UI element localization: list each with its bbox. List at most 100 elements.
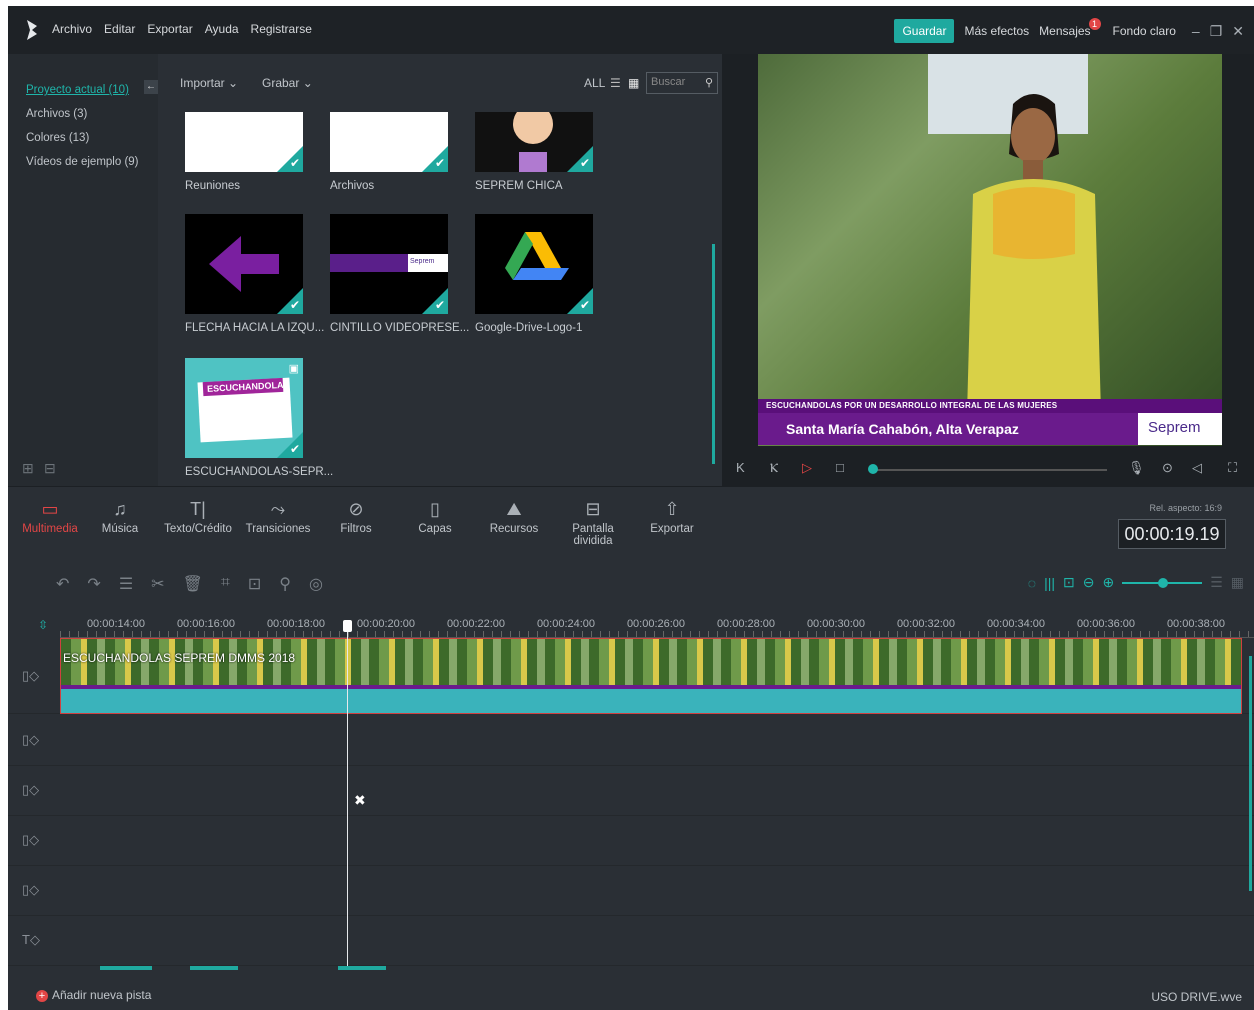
track-video-icon: ▯◇ — [22, 832, 40, 847]
menu-archivo[interactable]: Archivo — [52, 22, 92, 36]
menu-registrarse[interactable]: Registrarse — [251, 22, 312, 36]
zoom-in-icon[interactable]: ⊕ — [1102, 574, 1114, 591]
tool-transiciones[interactable]: ⤳ Transiciones — [238, 499, 318, 535]
preview-progress-track[interactable] — [872, 469, 1107, 471]
audio-mixer-icon[interactable]: ||| — [1044, 575, 1055, 591]
add-track-button[interactable]: + Añadir nueva pista — [36, 988, 151, 1002]
menu-icon[interactable]: ☰ — [1210, 574, 1223, 591]
fit-icon[interactable]: ⊡ — [1063, 574, 1075, 591]
volume-icon[interactable]: ◁ — [1192, 460, 1202, 476]
minimize-icon[interactable]: – — [1192, 23, 1200, 40]
tool-pantalla-dividida[interactable]: ⊟ Pantalla dividida — [553, 499, 633, 547]
save-button[interactable]: Guardar — [894, 19, 955, 43]
track-video-icon: ▯◇ — [22, 882, 40, 897]
library-item-proyecto-actual[interactable]: Proyecto actual (10) — [26, 84, 129, 96]
split-icon[interactable]: ⊡ — [248, 574, 261, 594]
tool-texto-credito[interactable]: T| Texto/Crédito — [158, 499, 238, 535]
delete-folder-icon[interactable]: ⊟ — [44, 460, 56, 477]
scroll-segment[interactable] — [338, 966, 386, 970]
close-icon[interactable]: ✕ — [1232, 23, 1244, 40]
color-icon[interactable]: ◎ — [309, 574, 323, 594]
play-icon[interactable]: ▷ — [802, 460, 812, 476]
ruler-tick: 00:00:18:00 — [266, 618, 326, 630]
audio-icon[interactable]: ⚲ — [279, 574, 291, 594]
media-item[interactable]: Seprem ✔ CINTILLO VIDEOPRESE... — [330, 214, 469, 334]
time-ruler[interactable]: 00:00:14:00 00:00:16:00 00:00:18:00 00:0… — [60, 616, 1254, 638]
scroll-segment[interactable] — [100, 966, 152, 970]
filter-all[interactable]: ALL — [584, 76, 605, 90]
tool-capas[interactable]: ▯ Capas — [395, 499, 475, 535]
delete-icon[interactable]: 🗑 — [183, 574, 203, 594]
library-item-colores[interactable]: Colores (13) — [26, 132, 89, 144]
tool-label: Texto/Crédito — [164, 523, 232, 535]
playhead-line[interactable] — [347, 624, 348, 970]
undo-icon[interactable]: ↶ — [56, 574, 69, 594]
thumbnail: ✔ — [475, 112, 593, 172]
scroll-segment[interactable] — [190, 966, 238, 970]
skip-back-icon[interactable]: K — [736, 460, 745, 475]
ruler-tick: 00:00:28:00 — [716, 618, 776, 630]
thumbnail: ✔ — [185, 214, 303, 314]
record-dropdown[interactable]: Grabar ⌄ — [262, 76, 313, 90]
fullscreen-icon[interactable]: ⛶ — [1228, 460, 1237, 476]
more-effects-link[interactable]: Más efectos — [964, 24, 1029, 38]
media-item[interactable]: ✔ Archivos — [330, 112, 448, 192]
video-preview[interactable]: ESCUCHANDOLAS POR UN DESARROLLO INTEGRAL… — [758, 54, 1222, 446]
library-item-videos-ejemplo[interactable]: Vídeos de ejemplo (9) — [26, 156, 139, 168]
tool-label: Filtros — [340, 523, 372, 535]
menu-ayuda[interactable]: Ayuda — [205, 22, 239, 36]
tool-multimedia[interactable]: ▭ Multimedia — [10, 499, 90, 535]
timeline-vertical-scrollbar[interactable] — [1249, 656, 1252, 891]
snap-icon[interactable]: ⇳ — [38, 618, 48, 632]
tool-musica[interactable]: ♫ Música — [80, 499, 160, 535]
search-placeholder: Buscar — [651, 76, 686, 88]
restore-icon[interactable]: ❐ — [1210, 23, 1223, 40]
project-filename: USO DRIVE.wve — [1151, 990, 1242, 1004]
clip-purple-bar — [61, 685, 1241, 689]
list-view-icon[interactable]: ☰ — [610, 76, 621, 90]
light-mode-link[interactable]: Fondo claro — [1113, 24, 1176, 38]
media-scrollbar[interactable] — [712, 244, 715, 464]
grid-view-icon[interactable]: ▦ — [628, 76, 639, 90]
close-marker-icon[interactable]: ✖ — [354, 792, 366, 809]
media-item[interactable]: ✔ Reuniones — [185, 112, 303, 192]
add-track-label: Añadir nueva pista — [52, 988, 152, 1002]
folder-icon: ▭ — [41, 499, 59, 519]
library-item-archivos[interactable]: Archivos (3) — [26, 108, 87, 120]
skip-forward-icon[interactable]: Ⲕ — [770, 460, 778, 476]
tool-exportar[interactable]: ⇧ Exportar — [632, 499, 712, 535]
snapshot-icon[interactable]: ⊙ — [1162, 460, 1173, 476]
tool-filtros[interactable]: ⊘ Filtros — [316, 499, 396, 535]
collapse-library-icon[interactable]: ← — [144, 80, 158, 94]
render-icon[interactable]: ◌ — [1028, 575, 1036, 591]
zoom-slider[interactable] — [1122, 577, 1203, 588]
import-dropdown[interactable]: Importar ⌄ — [180, 76, 238, 90]
preview-progress-knob[interactable] — [868, 464, 878, 474]
tool-recursos[interactable]: ⛰ Recursos — [474, 499, 554, 535]
zoom-out-icon[interactable]: ⊖ — [1083, 574, 1095, 591]
microphone-icon[interactable]: 🎙 — [1128, 460, 1145, 476]
search-icon: ⚲ — [704, 77, 713, 89]
seprem-logo: Seprem — [1138, 413, 1222, 445]
video-icon: ▣ — [288, 363, 299, 375]
new-folder-icon[interactable]: ⊞ — [22, 460, 34, 477]
messages-link[interactable]: Mensajes — [1039, 24, 1090, 38]
media-item[interactable]: ESCUCHANDOLAS ▣ ✔ ESCUCHANDOLAS-SEPR... — [185, 358, 333, 478]
media-item[interactable]: ✔ Google-Drive-Logo-1 — [475, 214, 593, 334]
playhead-handle[interactable] — [343, 620, 352, 632]
media-item[interactable]: ✔ SEPREM CHICA — [475, 112, 593, 192]
settings-icon[interactable]: ☰ — [119, 574, 133, 594]
clip-label: ESCUCHANDOLAS SEPREM DMMS 2018 — [63, 651, 296, 665]
timeline-clip[interactable]: ESCUCHANDOLAS SEPREM DMMS 2018 — [60, 638, 1242, 714]
redo-icon[interactable]: ↷ — [87, 574, 100, 594]
stop-icon[interactable]: □ — [836, 460, 844, 475]
grid-icon[interactable]: ▦ — [1231, 574, 1244, 591]
media-item[interactable]: ✔ FLECHA HACIA LA IZQU... — [185, 214, 324, 334]
crop-icon[interactable]: ⌗ — [221, 574, 230, 594]
menu-editar[interactable]: Editar — [104, 22, 135, 36]
import-label: Importar — [180, 76, 225, 90]
menu-exportar[interactable]: Exportar — [147, 22, 192, 36]
cut-icon[interactable]: ✂ — [151, 574, 164, 594]
search-input[interactable]: Buscar ⚲ — [646, 72, 718, 94]
text-track: T◇ — [8, 916, 1254, 966]
